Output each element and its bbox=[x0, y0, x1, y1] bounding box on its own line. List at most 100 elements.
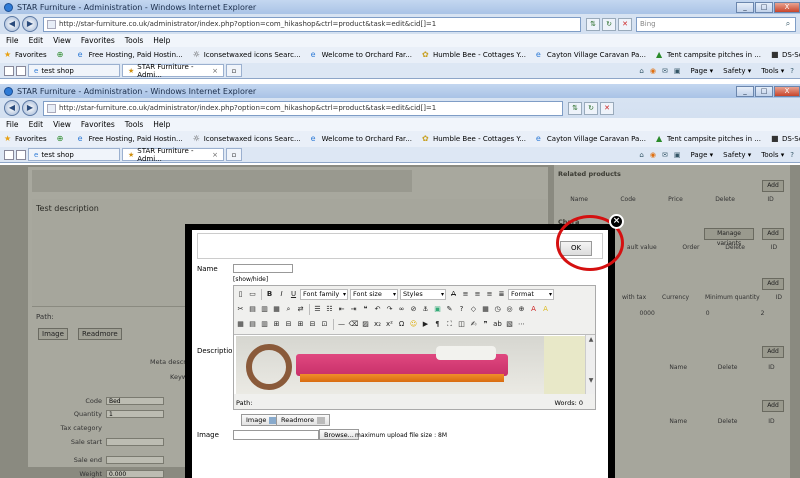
horizontal-rule-icon[interactable]: — bbox=[336, 319, 347, 330]
mail-icon[interactable]: ✉ bbox=[662, 151, 668, 159]
favorites-button[interactable]: ★ Favorites bbox=[4, 51, 47, 60]
tab-list-icon[interactable] bbox=[16, 149, 26, 160]
align-left-icon[interactable]: ≡ bbox=[460, 289, 471, 300]
remove-format-icon[interactable]: ⌫ bbox=[348, 319, 359, 330]
page-break-icon[interactable]: ⋯ bbox=[516, 319, 527, 330]
menu-view[interactable]: View bbox=[53, 120, 71, 129]
quick-tabs-icon[interactable] bbox=[4, 149, 14, 160]
italic-icon[interactable]: I bbox=[276, 289, 287, 300]
paste-text-icon[interactable]: ▥ bbox=[259, 304, 270, 315]
feeds-icon[interactable]: ◉ bbox=[650, 151, 656, 159]
menu-help[interactable]: Help bbox=[153, 36, 170, 45]
zoom-icon[interactable]: ⊕ bbox=[516, 304, 527, 315]
backcolor-icon[interactable]: A bbox=[540, 304, 551, 315]
tab-test-shop[interactable]: e test shop bbox=[28, 148, 120, 161]
subscript-icon[interactable]: x₂ bbox=[372, 319, 383, 330]
menu-favorites[interactable]: Favorites bbox=[81, 120, 115, 129]
abbr-icon[interactable]: ab bbox=[492, 319, 503, 330]
visual-aid-icon[interactable]: ▨ bbox=[360, 319, 371, 330]
media-icon[interactable]: ▶ bbox=[420, 319, 431, 330]
favorite-link-3[interactable]: e Welcome to Orchard Far... bbox=[311, 135, 412, 144]
feeds-icon[interactable]: ◉ bbox=[650, 67, 656, 75]
favorite-link-5[interactable]: e Cayton Village Caravan Pa... bbox=[536, 135, 646, 144]
table-icon[interactable]: ▦ bbox=[235, 319, 246, 330]
favorite-link-3[interactable]: e Welcome to Orchard Far... bbox=[311, 51, 412, 60]
superscript-icon[interactable]: x² bbox=[384, 319, 395, 330]
strikethrough-icon[interactable]: A bbox=[448, 289, 459, 300]
favorite-link-1[interactable]: e Free Hosting, Paid Hostin... bbox=[78, 135, 183, 144]
outdent-icon[interactable]: ⇤ bbox=[336, 304, 347, 315]
address-bar[interactable]: http://star-furniture.co.uk/administrato… bbox=[43, 16, 581, 32]
tab-list-icon[interactable] bbox=[16, 65, 26, 76]
find-icon[interactable]: ⌕ bbox=[283, 304, 294, 315]
delete-row-icon[interactable]: ⊟ bbox=[283, 319, 294, 330]
pilcrow-icon[interactable]: ¶ bbox=[432, 319, 443, 330]
favorite-link-5[interactable]: e Cayton Village Caravan Pa... bbox=[536, 51, 646, 60]
editor-scrollbar[interactable]: ▲ ▼ bbox=[585, 335, 595, 394]
minimize-button[interactable]: _ bbox=[736, 85, 754, 97]
link-icon[interactable]: ∞ bbox=[396, 304, 407, 315]
favorite-link-2[interactable]: ☼ Iconsetwaxed icons Searc... bbox=[193, 135, 301, 144]
mail-icon[interactable]: ✉ bbox=[662, 67, 668, 75]
maximize-button[interactable]: □ bbox=[755, 1, 773, 13]
maximize-button[interactable]: □ bbox=[755, 85, 773, 97]
html-source-icon[interactable]: ◇ bbox=[468, 304, 479, 315]
help-icon[interactable]: ? bbox=[790, 67, 794, 75]
page-menu[interactable]: Page ▾ bbox=[690, 151, 713, 159]
align-justify-icon[interactable]: ≣ bbox=[496, 289, 507, 300]
compatibility-icon[interactable]: ⇅ bbox=[568, 101, 582, 115]
paste-word-icon[interactable]: ▦ bbox=[271, 304, 282, 315]
style-props-icon[interactable]: ✍ bbox=[468, 319, 479, 330]
insert-col-icon[interactable]: ⊞ bbox=[295, 319, 306, 330]
scroll-down-icon[interactable]: ▼ bbox=[586, 376, 595, 385]
font-family-select[interactable]: Font family bbox=[300, 289, 348, 300]
back-button[interactable]: ◀ bbox=[4, 16, 20, 32]
favorite-link-2[interactable]: ☼ Iconsetwaxed icons Searc... bbox=[193, 51, 301, 60]
tab-star-furniture[interactable]: ★ STAR Furniture - Admi... × bbox=[122, 63, 224, 79]
favorite-link-6[interactable]: ▲ Tent campsite pitches in ... bbox=[656, 135, 761, 144]
stop-button[interactable]: ✕ bbox=[618, 17, 632, 31]
home-icon[interactable]: ⌂ bbox=[639, 151, 643, 159]
bold-icon[interactable]: B bbox=[264, 289, 275, 300]
favorite-link-4[interactable]: ✿ Humble Bee - Cottages Y... bbox=[422, 135, 526, 144]
favorite-link-6[interactable]: ▲ Tent campsite pitches in ... bbox=[656, 51, 761, 60]
menu-tools[interactable]: Tools bbox=[125, 36, 143, 45]
forward-button[interactable]: ▶ bbox=[22, 16, 38, 32]
font-size-select[interactable]: Font size bbox=[350, 289, 398, 300]
favorite-link-1[interactable]: e Free Hosting, Paid Hostin... bbox=[78, 51, 183, 60]
search-icon[interactable]: ⌕ bbox=[781, 19, 795, 29]
align-right-icon[interactable]: ≡ bbox=[484, 289, 495, 300]
template-icon[interactable]: ▧ bbox=[504, 319, 515, 330]
product-photo[interactable] bbox=[236, 336, 544, 394]
indent-icon[interactable]: ⇥ bbox=[348, 304, 359, 315]
cell-props-icon[interactable]: ▥ bbox=[259, 319, 270, 330]
new-document-icon[interactable]: ▯ bbox=[235, 289, 246, 300]
format-select[interactable]: Format bbox=[508, 289, 554, 300]
menu-file[interactable]: File bbox=[6, 120, 19, 129]
name-input[interactable] bbox=[233, 264, 293, 273]
search-box[interactable]: Bing ⌕ bbox=[636, 16, 796, 32]
tab-test-shop[interactable]: e test shop bbox=[28, 64, 120, 77]
menu-edit[interactable]: Edit bbox=[29, 120, 44, 129]
close-window-button[interactable]: X bbox=[774, 85, 800, 97]
show-hide-link[interactable]: [show/hide] bbox=[233, 276, 268, 283]
new-tab-button[interactable]: ▫ bbox=[226, 64, 242, 77]
back-button[interactable]: ◀ bbox=[4, 100, 20, 116]
tools-menu[interactable]: Tools ▾ bbox=[761, 151, 784, 159]
address-bar[interactable]: http://star-furniture.co.uk/administrato… bbox=[43, 100, 563, 116]
close-window-button[interactable]: X bbox=[774, 1, 800, 13]
close-tab-icon[interactable]: × bbox=[212, 67, 218, 75]
safety-menu[interactable]: Safety ▾ bbox=[723, 67, 751, 75]
refresh-button[interactable]: ↻ bbox=[602, 17, 616, 31]
forecolor-icon[interactable]: A bbox=[528, 304, 539, 315]
help-icon[interactable]: ? bbox=[456, 304, 467, 315]
preview-icon[interactable]: ◎ bbox=[504, 304, 515, 315]
layer-icon[interactable]: ◫ bbox=[456, 319, 467, 330]
merge-cells-icon[interactable]: ⊡ bbox=[319, 319, 330, 330]
insert-time-icon[interactable]: ◷ bbox=[492, 304, 503, 315]
menu-view[interactable]: View bbox=[53, 36, 71, 45]
compatibility-icon[interactable]: ⇅ bbox=[586, 17, 600, 31]
stop-button[interactable]: ✕ bbox=[600, 101, 614, 115]
close-tab-icon[interactable]: × bbox=[212, 151, 218, 159]
browse-button[interactable]: Browse... bbox=[319, 429, 359, 440]
